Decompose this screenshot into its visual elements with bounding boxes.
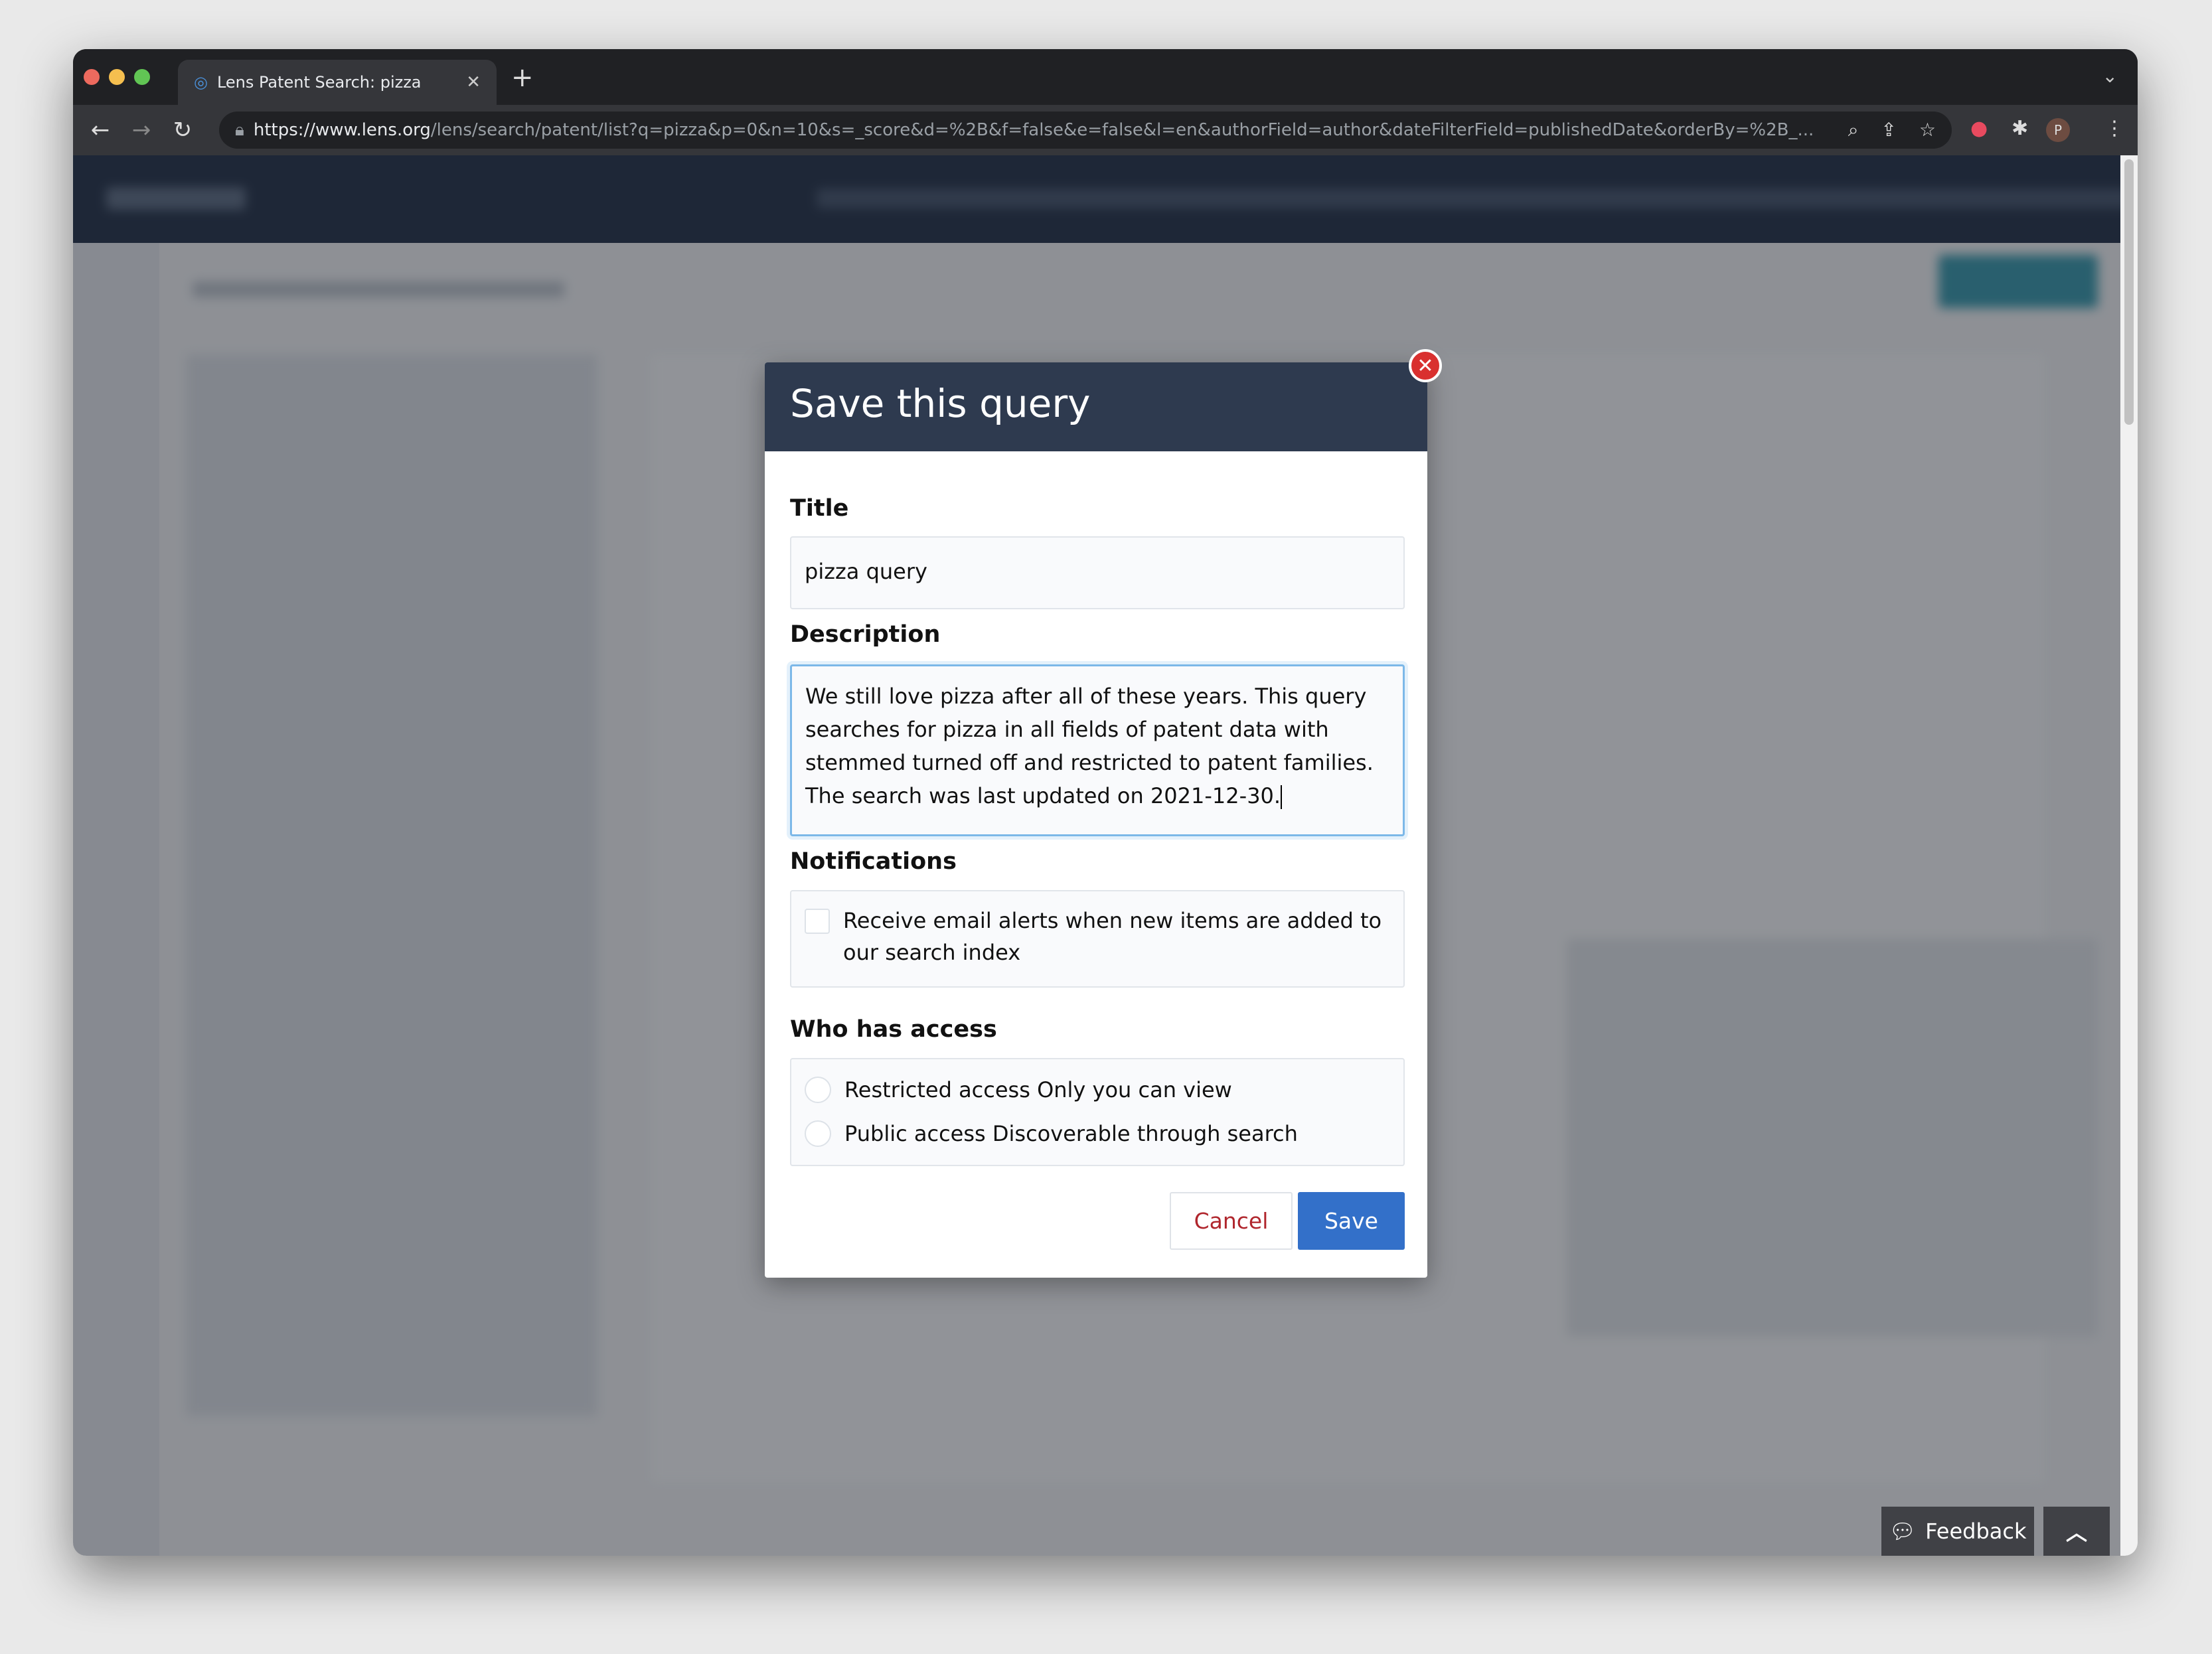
page-content: Save this query ✕ Title pizza query Desc… — [73, 155, 2138, 1556]
tab-title: Lens Patent Search: pizza — [216, 73, 422, 92]
notifications-box: Receive email alerts when new items are … — [790, 890, 1405, 988]
menu-kebab-icon[interactable]: ⋮ — [2104, 117, 2124, 140]
reload-button[interactable]: ↻ — [162, 117, 203, 143]
scroll-to-top-button[interactable]: ︿ — [2043, 1507, 2110, 1556]
lock-icon: 🔒︎ — [235, 119, 244, 140]
cancel-button[interactable]: Cancel — [1170, 1192, 1293, 1250]
title-input[interactable]: pizza query — [790, 536, 1405, 609]
dialog-title: Save this query — [765, 362, 1427, 451]
minimize-window-button[interactable] — [109, 69, 125, 85]
description-label: Description — [790, 621, 941, 648]
public-radio[interactable] — [805, 1120, 831, 1147]
browser-toolbar: ← → ↻ 🔒︎ https://www.lens.org/lens/searc… — [73, 105, 2138, 155]
extension-icon[interactable]: ● — [1970, 117, 1988, 140]
email-alert-option[interactable]: Receive email alerts when new items are … — [805, 905, 1390, 968]
browser-window: ◎ Lens Patent Search: pizza ✕ + ⌄ ← → ↻ … — [73, 49, 2138, 1556]
chevron-up-icon: ︿ — [2065, 1520, 2087, 1545]
close-window-button[interactable] — [84, 69, 100, 85]
address-bar-icons: ⌕ ⇪ ☆ — [1848, 119, 1936, 141]
back-button[interactable]: ← — [80, 117, 121, 143]
notifications-label: Notifications — [790, 848, 957, 875]
access-option-public[interactable]: Public access Discoverable through searc… — [805, 1118, 1390, 1150]
email-alert-checkbox[interactable] — [805, 909, 830, 934]
forward-button[interactable]: → — [121, 117, 162, 143]
feedback-label: Feedback — [1925, 1519, 2027, 1544]
description-textarea[interactable]: We still love pizza after all of these y… — [790, 664, 1405, 836]
description-text: We still love pizza after all of these y… — [805, 684, 1374, 808]
save-button[interactable]: Save — [1298, 1192, 1405, 1250]
share-icon[interactable]: ⇪ — [1881, 119, 1896, 141]
bookmark-star-icon[interactable]: ☆ — [1919, 119, 1936, 141]
zoom-icon[interactable]: ⌕ — [1848, 119, 1859, 141]
page-scrollbar[interactable] — [2120, 155, 2138, 1556]
text-caret — [1281, 785, 1283, 809]
access-option-restricted[interactable]: Restricted access Only you can view — [805, 1074, 1390, 1106]
restricted-radio[interactable] — [805, 1077, 831, 1103]
address-bar[interactable]: 🔒︎ https://www.lens.org/lens/search/pate… — [219, 112, 1952, 149]
tab-search-chevron-icon[interactable]: ⌄ — [2102, 65, 2118, 87]
access-label: Who has access — [790, 1016, 997, 1043]
feedback-button[interactable]: 💬︎ Feedback — [1881, 1507, 2034, 1556]
tab-strip: ◎ Lens Patent Search: pizza ✕ + ⌄ — [73, 49, 2138, 105]
close-tab-icon[interactable]: ✕ — [466, 72, 481, 92]
access-box: Restricted access Only you can view Publ… — [790, 1058, 1405, 1166]
maximize-window-button[interactable] — [134, 69, 150, 85]
close-icon: ✕ — [1417, 354, 1434, 378]
email-alert-label: Receive email alerts when new items are … — [843, 908, 1382, 965]
url-text: https://www.lens.org/lens/search/patent/… — [254, 120, 1814, 140]
speech-bubble-icon: 💬︎ — [1889, 1519, 1917, 1544]
url-path: /lens/search/patent/list?q=pizza&p=0&n=1… — [430, 120, 1814, 140]
title-label: Title — [790, 495, 849, 522]
public-label: Public access Discoverable through searc… — [844, 1121, 1298, 1146]
url-host: https://www.lens.org — [253, 120, 431, 140]
lens-favicon-icon: ◎ — [194, 73, 208, 92]
new-tab-button[interactable]: + — [511, 62, 534, 93]
restricted-label: Restricted access Only you can view — [844, 1077, 1232, 1102]
close-dialog-button[interactable]: ✕ — [1409, 349, 1442, 382]
browser-tab[interactable]: ◎ Lens Patent Search: pizza ✕ — [178, 60, 497, 105]
profile-avatar[interactable]: P — [2046, 118, 2070, 142]
extensions-puzzle-icon[interactable]: ✱ — [2012, 117, 2028, 140]
save-query-dialog: Save this query ✕ Title pizza query Desc… — [765, 349, 1442, 1278]
